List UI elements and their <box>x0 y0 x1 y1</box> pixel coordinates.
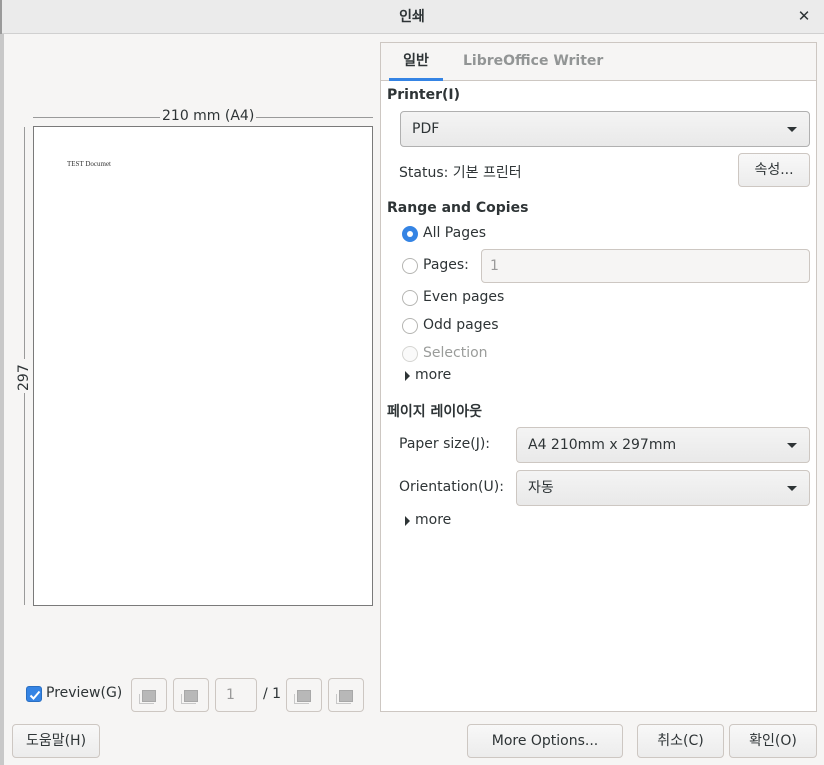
paper-size-label: Paper size(J): <box>399 436 491 452</box>
printer-status-label: Status: 기본 프린터 <box>399 162 522 182</box>
selection-label: Selection <box>423 345 488 361</box>
preview-document-text: TEST Documet <box>67 160 112 168</box>
range-heading: Range and Copies <box>387 200 529 216</box>
cancel-button[interactable]: 취소(C) <box>637 724 724 758</box>
pages-label[interactable]: Pages: <box>423 257 469 273</box>
next-page-icon <box>294 690 311 704</box>
ok-button[interactable]: 확인(O) <box>729 724 817 758</box>
last-page-icon <box>336 690 353 704</box>
first-page-button[interactable] <box>131 678 167 712</box>
title-bar: 인쇄 ✕ <box>0 0 824 34</box>
radio-all-pages[interactable] <box>402 226 418 242</box>
page-number-input[interactable]: 1 <box>215 678 257 712</box>
printer-properties-button[interactable]: 속성... <box>738 153 810 187</box>
settings-panel: 일반 LibreOffice Writer Printer(I) PDF Sta… <box>380 42 817 712</box>
all-pages-label[interactable]: All Pages <box>423 225 486 241</box>
even-pages-label[interactable]: Even pages <box>423 289 504 305</box>
paper-size-select[interactable]: A4 210mm x 297mm <box>516 427 810 463</box>
orientation-select[interactable]: 자동 <box>516 470 810 506</box>
preview-checkbox-label[interactable]: Preview(G) <box>46 685 122 701</box>
total-pages-label: / 1 <box>263 686 282 702</box>
layout-more-expander[interactable]: more <box>415 512 451 528</box>
printer-select-value: PDF <box>412 121 440 137</box>
page-layout-heading: 페이지 레이아웃 <box>387 404 483 420</box>
previous-page-icon <box>181 690 198 704</box>
first-page-icon <box>139 690 156 704</box>
orientation-label: Orientation(U): <box>399 479 504 495</box>
page-preview: TEST Documet <box>33 126 373 606</box>
window-left-edge <box>0 34 4 765</box>
printer-select[interactable]: PDF <box>400 111 810 147</box>
pages-range-input[interactable]: 1 <box>481 249 810 283</box>
radio-selection <box>402 346 418 362</box>
radio-even-pages[interactable] <box>402 290 418 306</box>
help-button[interactable]: 도움말(H) <box>12 724 100 758</box>
checkmark-icon <box>29 690 41 700</box>
next-page-button[interactable] <box>286 678 322 712</box>
printer-heading: Printer(I) <box>387 87 461 103</box>
expander-arrow-icon[interactable] <box>405 371 410 381</box>
tab-general[interactable]: 일반 <box>389 43 443 81</box>
status-label: Status: <box>399 165 449 181</box>
tab-bar: 일반 LibreOffice Writer <box>381 43 816 81</box>
window-left-edge-top <box>0 0 2 34</box>
close-icon[interactable]: ✕ <box>794 6 814 26</box>
window-title: 인쇄 <box>399 9 425 25</box>
orientation-value: 자동 <box>528 480 554 496</box>
status-value: 기본 프린터 <box>452 165 522 181</box>
previous-page-button[interactable] <box>173 678 209 712</box>
radio-pages[interactable] <box>402 258 418 274</box>
chevron-down-icon <box>787 443 797 448</box>
preview-checkbox[interactable] <box>26 686 42 702</box>
expander-arrow-icon[interactable] <box>405 516 410 526</box>
chevron-down-icon <box>787 127 797 132</box>
radio-odd-pages[interactable] <box>402 318 418 334</box>
range-more-expander[interactable]: more <box>415 367 451 383</box>
more-options-button[interactable]: More Options... <box>467 724 623 758</box>
paper-width-label: 210 mm (A4) <box>160 108 257 124</box>
last-page-button[interactable] <box>328 678 364 712</box>
paper-size-value: A4 210mm x 297mm <box>528 437 677 453</box>
odd-pages-label[interactable]: Odd pages <box>423 317 499 333</box>
tab-libreoffice-writer[interactable]: LibreOffice Writer <box>463 43 603 81</box>
chevron-down-icon <box>787 486 797 491</box>
